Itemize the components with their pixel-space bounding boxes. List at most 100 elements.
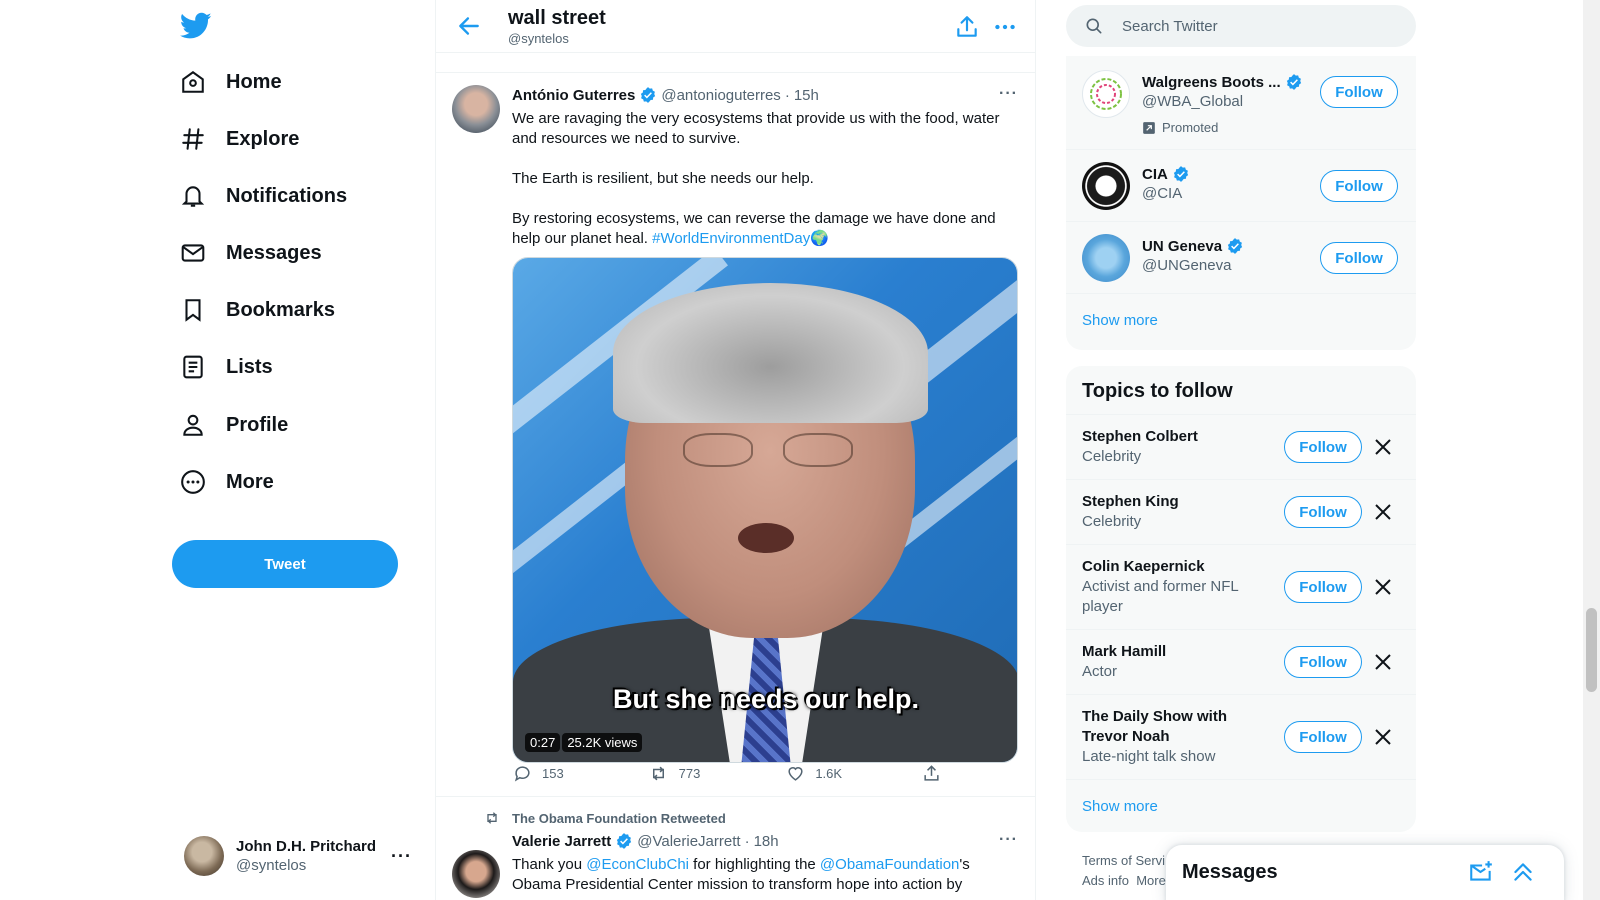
search-input[interactable] — [1122, 17, 1402, 35]
ads-info-link[interactable]: Ads info — [1082, 873, 1129, 888]
tweet-video[interactable]: But she needs our help. 0:27 25.2K views — [512, 257, 1018, 763]
main-timeline: wall street @syntelos António Guterres @… — [436, 0, 1036, 900]
back-arrow-icon[interactable] — [452, 13, 486, 39]
nav-explore[interactable]: Explore — [180, 117, 299, 161]
verified-badge-icon — [1286, 74, 1301, 90]
dismiss-icon[interactable] — [1371, 500, 1395, 524]
reply-button[interactable]: 153 — [512, 763, 602, 783]
nav-bookmarks[interactable]: Bookmarks — [180, 288, 335, 332]
share-icon[interactable] — [954, 14, 980, 40]
topic-category: Celebrity — [1082, 448, 1142, 465]
tweet-card[interactable]: António Guterres @antonioguterres · 15h … — [436, 73, 1035, 797]
topic-row[interactable]: Stephen Colbert Celebrity Follow — [1066, 415, 1416, 480]
share-tweet-button[interactable] — [922, 763, 942, 783]
tweet-text-segment: 's — [959, 856, 970, 873]
verified-badge-icon — [1227, 238, 1243, 254]
nav-more[interactable]: More — [180, 460, 274, 504]
tweet-timestamp[interactable]: 15h — [794, 87, 819, 104]
nav-messages[interactable]: Messages — [180, 231, 322, 275]
tweet-text-segment: Thank you — [512, 856, 587, 873]
tweet-text-segment: Obama Presidential Center mission to tra… — [512, 876, 963, 893]
nav-profile[interactable]: Profile — [180, 403, 288, 447]
page-header: wall street @syntelos — [436, 0, 1035, 53]
retweet-button[interactable]: 773 — [649, 763, 739, 783]
suggestion-name-text: CIA — [1142, 165, 1168, 183]
tweet-author-handle[interactable]: @antonioguterres — [661, 87, 780, 104]
video-duration: 0:27 — [525, 733, 561, 752]
tweet-author-name[interactable]: Valerie Jarrett — [512, 833, 611, 850]
dismiss-icon[interactable] — [1371, 725, 1395, 749]
tweet-button[interactable]: Tweet — [172, 540, 398, 588]
account-names: John D.H. Pritchard @syntelos — [236, 838, 391, 874]
retweet-icon — [649, 763, 669, 783]
nav-explore-label: Explore — [226, 127, 300, 150]
tweet-more-icon[interactable]: ··· — [999, 831, 1018, 849]
dismiss-icon[interactable] — [1371, 575, 1395, 599]
retweet-context[interactable]: The Obama Foundation Retweeted — [484, 810, 726, 826]
suggestion-name-text: Walgreens Boots ... — [1142, 73, 1281, 91]
dismiss-icon[interactable] — [1371, 435, 1395, 459]
account-more-icon[interactable]: ··· — [391, 846, 412, 867]
dismiss-icon[interactable] — [1371, 650, 1395, 674]
video-caption: But she needs our help. — [612, 684, 920, 714]
show-more-link[interactable]: Show more — [1082, 312, 1158, 329]
suggestion-name: UN Geneva — [1142, 237, 1244, 255]
retweet-icon — [487, 812, 497, 824]
topic-row[interactable]: The Daily Show with Trevor Noah Late-nig… — [1066, 695, 1416, 780]
follow-button[interactable]: Follow — [1320, 170, 1398, 202]
topic-category: Actor — [1082, 663, 1118, 680]
tweet-author-avatar[interactable] — [452, 850, 500, 898]
follow-suggestion[interactable]: UN Geneva @UNGeneva Follow — [1066, 222, 1416, 294]
follow-topic-button[interactable]: Follow — [1284, 431, 1362, 463]
nav-notifications-label: Notifications — [226, 184, 348, 207]
nav-lists-label: Lists — [226, 355, 273, 378]
follow-button[interactable]: Follow — [1320, 76, 1398, 108]
hashtag-link[interactable]: #WorldEnvironmentDay — [652, 230, 810, 247]
tweet-author-avatar[interactable] — [452, 85, 500, 133]
chevron-double-up-icon[interactable] — [1510, 859, 1536, 885]
follow-suggestion[interactable]: Walgreens Boots ... @WBA_Global Promoted… — [1066, 56, 1416, 150]
hashtag-icon — [180, 126, 206, 152]
topics-title: Topics to follow — [1082, 380, 1233, 402]
promoted-icon — [1143, 121, 1155, 134]
tweet-more-icon[interactable]: ··· — [999, 85, 1018, 103]
topic-row[interactable]: Colin Kaepernick Activist and former NFL… — [1066, 545, 1416, 630]
nav-notifications[interactable]: Notifications — [180, 174, 347, 218]
cia-avatar — [1082, 162, 1130, 210]
mention-link[interactable]: @ObamaFoundation — [820, 856, 959, 873]
follow-topic-button[interactable]: Follow — [1284, 646, 1362, 678]
twitter-logo-icon[interactable] — [180, 12, 212, 40]
video-views: 25.2K views — [562, 733, 643, 752]
terms-link[interactable]: Terms of Servi — [1082, 853, 1165, 868]
nav-home[interactable]: Home — [180, 60, 282, 104]
topic-row[interactable]: Stephen King Celebrity Follow — [1066, 480, 1416, 545]
retweet-count: 773 — [678, 765, 701, 781]
nav-profile-label: Profile — [226, 413, 289, 436]
search-box[interactable] — [1066, 5, 1416, 47]
tweet-header: Valerie Jarrett @ValerieJarrett · 18h — [512, 832, 779, 850]
messages-drawer[interactable]: Messages — [1166, 845, 1564, 900]
scrollbar-thumb[interactable] — [1586, 608, 1597, 692]
nav-lists[interactable]: Lists — [180, 345, 273, 389]
tweet-card[interactable]: Valerie Jarrett @ValerieJarrett · 18h ··… — [436, 828, 1035, 900]
like-button[interactable]: 1.6K — [785, 763, 875, 783]
topic-row[interactable]: Mark Hamill Actor Follow — [1066, 630, 1416, 695]
video-frame-mouth — [738, 523, 794, 553]
tweet-author-handle[interactable]: @ValerieJarrett — [637, 833, 740, 850]
mention-link[interactable]: @EconClubChi — [586, 856, 689, 873]
follow-topic-button[interactable]: Follow — [1284, 721, 1362, 753]
follow-button[interactable]: Follow — [1320, 242, 1398, 274]
account-switcher[interactable]: John D.H. Pritchard @syntelos ··· — [172, 830, 418, 882]
tweet-author-name[interactable]: António Guterres — [512, 87, 635, 104]
show-more-topics-link[interactable]: Show more — [1082, 798, 1158, 815]
scrollbar-track[interactable] — [1583, 0, 1600, 900]
follow-suggestion[interactable]: CIA @CIA Follow — [1066, 150, 1416, 222]
tweet-text: We are ravaging the very ecosystems that… — [512, 109, 1016, 269]
new-message-icon[interactable] — [1468, 859, 1494, 885]
follow-topic-button[interactable]: Follow — [1284, 496, 1362, 528]
tweet-timestamp[interactable]: 18h — [754, 833, 779, 850]
follow-topic-button[interactable]: Follow — [1284, 571, 1362, 603]
more-horizontal-icon[interactable] — [992, 14, 1018, 40]
suggestion-handle: @WBA_Global — [1142, 93, 1244, 110]
more-link[interactable]: More — [1136, 873, 1166, 888]
